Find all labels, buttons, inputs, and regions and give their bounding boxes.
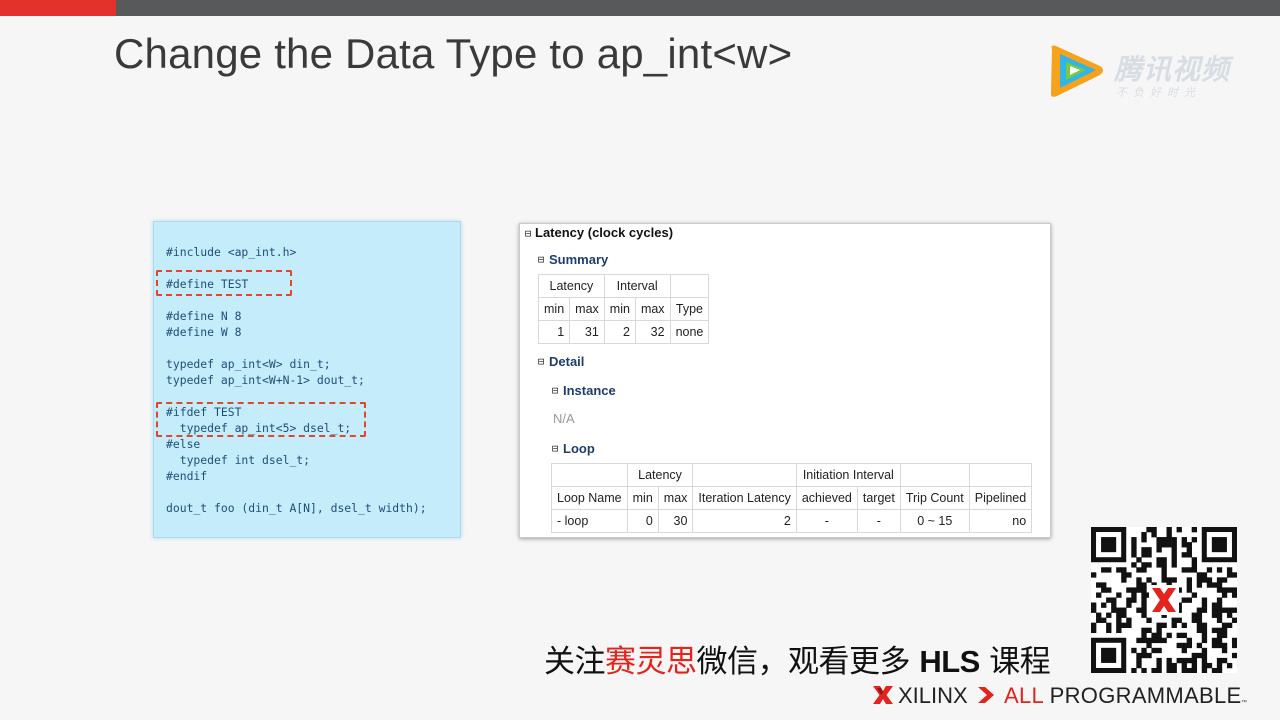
instance-heading: Instance	[563, 383, 616, 398]
code-line: typedef int dsel_t;	[166, 453, 311, 467]
detail-heading: Detail	[549, 354, 585, 369]
table-cell: 30	[657, 509, 694, 533]
table-header: Iteration Latency	[692, 486, 797, 510]
table-cell: - loop	[551, 509, 628, 533]
summary-empty-cell	[669, 274, 710, 298]
programmable-label: PROGRAMMABLE	[1043, 683, 1242, 708]
summary-latency-group: Latency	[538, 274, 605, 298]
loop-heading: Loop	[563, 441, 595, 456]
top-bar-accent	[0, 0, 116, 16]
code-line: typedef ap_int<W> din_t;	[166, 357, 331, 371]
collapse-icon[interactable]: ⊟	[536, 356, 546, 367]
table-cell: 32	[634, 320, 671, 344]
follow-hls: HLS	[919, 644, 980, 679]
code-line: #endif	[166, 469, 208, 483]
loop-table: Latency Initiation Interval Loop Name mi…	[551, 463, 1033, 533]
follow-suffix: 课程	[979, 644, 1051, 680]
summary-heading: Summary	[549, 252, 609, 267]
tencent-video-watermark: 腾讯视频 不负好时光	[1046, 42, 1246, 102]
code-line: #include <ap_int.h>	[166, 245, 297, 259]
table-cell: 0 ~ 15	[899, 509, 970, 533]
table-header: max	[657, 486, 694, 510]
table-header: min	[626, 486, 659, 510]
summary-interval-group: Interval	[603, 274, 671, 298]
table-header: Trip Count	[899, 486, 970, 510]
trademark-symbol: ™	[1241, 700, 1247, 706]
table-cell: no	[968, 509, 1033, 533]
wechat-qr-code	[1091, 527, 1238, 674]
collapse-icon[interactable]: ⊟	[550, 385, 560, 396]
table-header: max	[634, 297, 671, 321]
table-header: min	[603, 297, 636, 321]
table-header: achieved	[795, 486, 858, 510]
follow-prefix: 关注	[544, 644, 606, 680]
table-cell: 2	[692, 509, 797, 533]
collapse-icon[interactable]: ⊟	[550, 443, 560, 454]
follow-mid: 微信，观看更多	[696, 644, 920, 680]
table-header: min	[537, 297, 571, 321]
table-header: Pipelined	[968, 486, 1033, 510]
table-cell: 1	[537, 320, 571, 344]
watermark-slogan: 不负好时光	[1116, 86, 1201, 99]
loop-latency-group: Latency	[626, 463, 694, 487]
code-line: dout_t foo (din_t A[N], dsel_t width);	[166, 501, 427, 515]
code-line: #define N 8	[166, 309, 242, 323]
define-test-highlight	[156, 270, 292, 296]
loop-empty-cell	[692, 463, 797, 487]
collapse-icon[interactable]: ⊟	[523, 228, 533, 239]
follow-brand: 赛灵思	[605, 644, 697, 680]
code-line: #else	[166, 437, 201, 451]
play-triangle-icon	[1050, 45, 1103, 97]
instance-value: N/A	[553, 411, 575, 426]
ifdef-highlight	[156, 402, 366, 437]
table-cell: 0	[626, 509, 659, 533]
xilinx-logo-icon	[873, 686, 893, 704]
chevron-right-icon	[978, 687, 994, 703]
latency-report: ⊟ Latency (clock cycles) ⊟ Summary Laten…	[519, 223, 1051, 538]
table-cell: none	[669, 320, 710, 344]
table-header: Loop Name	[551, 486, 628, 510]
summary-table: Latency Interval min max min max Type 1 …	[537, 274, 710, 344]
code-line: typedef ap_int<W+N-1> dout_t;	[166, 373, 365, 387]
watermark-brand: 腾讯视频	[1114, 53, 1231, 86]
loop-empty-cell	[968, 463, 1033, 487]
code-line: #define W 8	[166, 325, 242, 339]
loop-empty-cell	[899, 463, 970, 487]
table-cell: 2	[603, 320, 636, 344]
slide-title: Change the Data Type to ap_int<w>	[114, 30, 793, 77]
all-label: ALL	[1004, 683, 1044, 708]
collapse-icon[interactable]: ⊟	[536, 254, 546, 265]
table-cell: -	[795, 509, 858, 533]
table-header: Type	[669, 297, 710, 321]
table-cell: 31	[569, 320, 605, 344]
qr-code-icon	[1091, 527, 1238, 674]
all-programmable-wordmark: ALL PROGRAMMABLE	[1004, 683, 1242, 709]
code-panel: #include <ap_int.h> #define TEST #define N…	[153, 221, 461, 538]
xilinx-wordmark: XILINX	[898, 683, 968, 708]
table-header: max	[569, 297, 605, 321]
top-bar	[0, 0, 1280, 16]
loop-empty-cell	[551, 463, 628, 487]
loop-ii-group: Initiation Interval	[795, 463, 901, 487]
latency-heading: Latency (clock cycles)	[535, 225, 674, 240]
table-header: target	[856, 486, 901, 510]
follow-wechat-text: 关注赛灵思微信，观看更多 HLS 课程	[544, 636, 1051, 681]
table-cell: -	[856, 509, 901, 533]
